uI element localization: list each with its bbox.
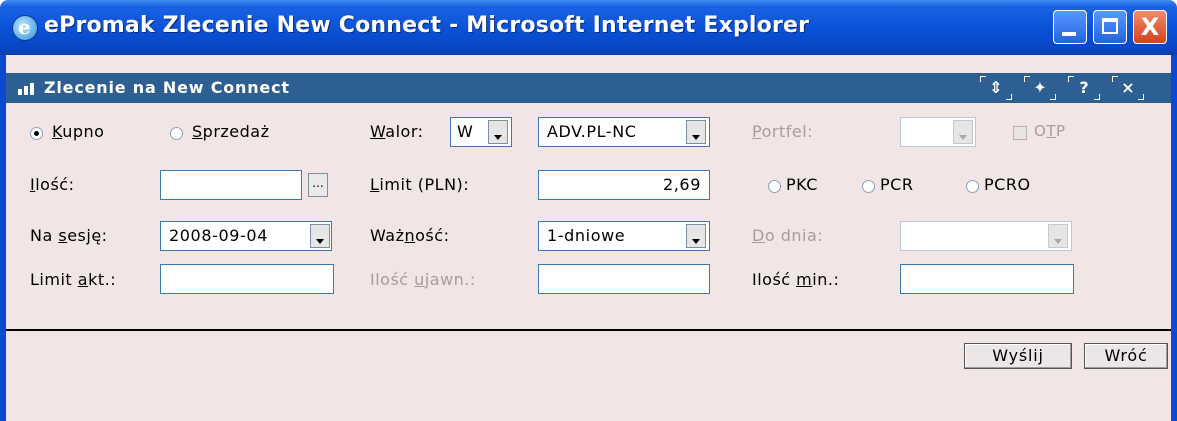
session-date-dropdown-button[interactable]	[310, 224, 330, 248]
quantity-input[interactable]	[160, 170, 302, 200]
maximize-button[interactable]	[1093, 10, 1127, 44]
walor-label: Walor:	[370, 122, 424, 141]
chevron-down-icon	[959, 135, 967, 140]
ilosc-min-label: Ilość min.:	[752, 270, 840, 289]
minimize-button[interactable]	[1053, 10, 1087, 44]
signal-bars-icon	[18, 83, 38, 95]
limit-akt-label: Limit akt.:	[30, 270, 117, 289]
quantity-picker-button[interactable]: ...	[308, 173, 328, 197]
waznosc-label: Ważność:	[370, 226, 450, 245]
sprzedaz-label[interactable]: Sprzedaż	[192, 122, 270, 141]
chevron-down-icon	[1054, 239, 1062, 244]
min-quantity-input[interactable]	[900, 264, 1074, 294]
window-frame-right	[1171, 55, 1177, 421]
walor-type-dropdown-button[interactable]	[488, 120, 508, 144]
close-icon: X	[1140, 13, 1160, 41]
kupno-label[interactable]: Kupno	[52, 122, 104, 141]
panel-resize-button[interactable]: ⇕	[980, 76, 1012, 100]
disclosed-quantity-input[interactable]	[538, 264, 710, 294]
ie-icon: e	[12, 15, 38, 41]
kupno-radio[interactable]	[30, 127, 43, 140]
minimize-icon	[1062, 32, 1076, 36]
activation-limit-input[interactable]	[160, 264, 334, 294]
send-button[interactable]: Wyślij	[964, 343, 1072, 369]
until-date-select[interactable]	[900, 221, 1072, 251]
maximize-icon	[1102, 18, 1118, 34]
close-button[interactable]: X	[1133, 10, 1167, 44]
pcr-radio[interactable]	[862, 180, 875, 193]
window-titlebar[interactable]: e ePromak Zlecenie New Connect - Microso…	[0, 0, 1177, 55]
session-date-select[interactable]: 2008-09-04	[160, 221, 332, 251]
na-sesje-label: Na sesję:	[30, 226, 108, 245]
instrument-select[interactable]: ADV.PL-NC	[538, 117, 710, 147]
panel-pin-button[interactable]: ✦	[1024, 76, 1056, 100]
pkc-label[interactable]: PKC	[786, 175, 818, 194]
validity-select[interactable]: 1-dniowe	[538, 221, 710, 251]
validity-dropdown-button[interactable]	[686, 224, 706, 248]
ilosc-ujawn-label: Ilość ujawn.:	[370, 270, 476, 289]
panel-title: Zlecenie na New Connect	[44, 78, 290, 97]
limit-price-input[interactable]: 2,69	[538, 170, 710, 200]
pkc-radio[interactable]	[768, 180, 781, 193]
pcr-label[interactable]: PCR	[880, 175, 913, 194]
pcro-radio[interactable]	[966, 180, 979, 193]
until-date-dropdown-button[interactable]	[1048, 224, 1068, 248]
otp-label[interactable]: OTP	[1034, 122, 1066, 140]
back-button[interactable]: Wróć	[1084, 343, 1168, 369]
chevron-down-icon	[494, 135, 502, 140]
panel-help-button[interactable]: ?	[1068, 76, 1100, 100]
limit-label: Limit (PLN):	[370, 175, 470, 194]
portfel-label: Portfel:	[752, 122, 814, 141]
sprzedaz-radio[interactable]	[170, 127, 183, 140]
panel-close-button[interactable]: ×	[1112, 76, 1144, 100]
window-title: ePromak Zlecenie New Connect - Microsoft…	[44, 13, 810, 38]
panel-header: Zlecenie na New Connect ⇕ ✦ ? ×	[6, 73, 1171, 103]
ilosc-label: Ilość:	[30, 175, 75, 194]
chevron-down-icon	[692, 239, 700, 244]
divider	[6, 329, 1171, 331]
chevron-down-icon	[692, 135, 700, 140]
chevron-down-icon	[316, 239, 324, 244]
instrument-dropdown-button[interactable]	[686, 120, 706, 144]
pcro-label[interactable]: PCRO	[984, 175, 1031, 194]
do-dnia-label: Do dnia:	[752, 226, 824, 245]
otp-checkbox[interactable]	[1013, 126, 1027, 140]
portfel-dropdown-button[interactable]	[953, 120, 973, 144]
